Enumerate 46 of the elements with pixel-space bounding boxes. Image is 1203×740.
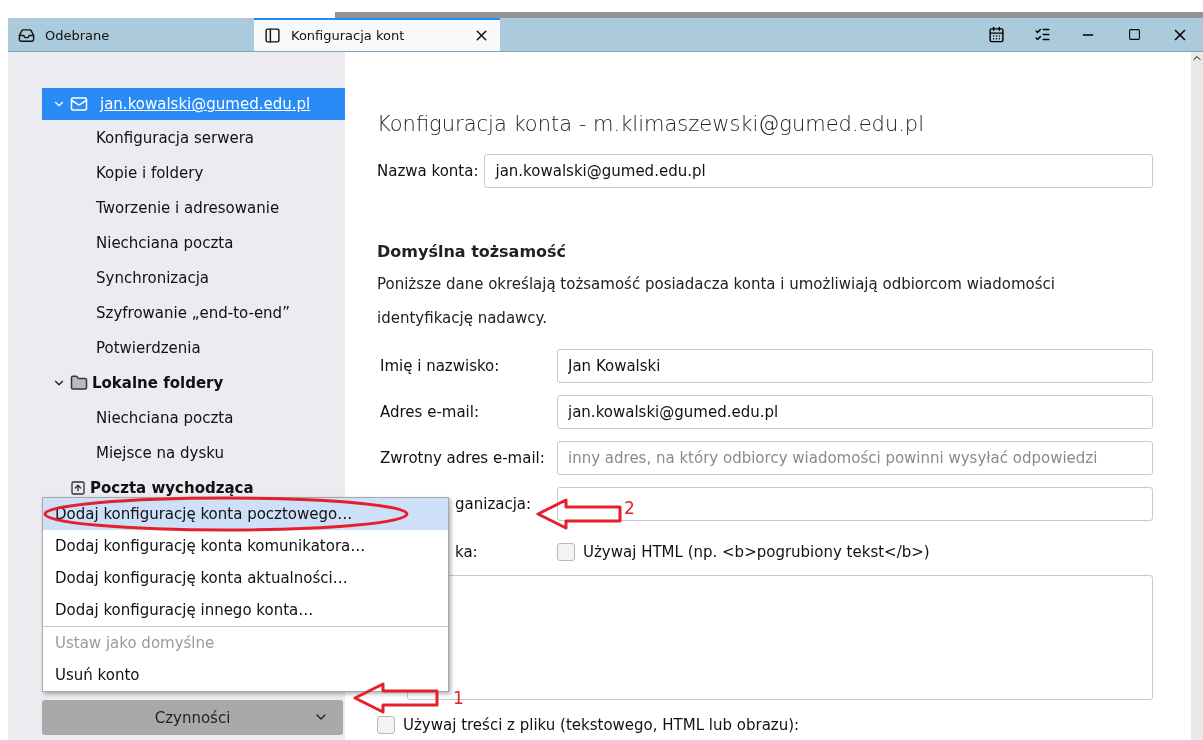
maximize-icon[interactable]: [1127, 28, 1141, 41]
envelope-icon: [70, 95, 88, 113]
tree-item[interactable]: Konfiguracja serwera: [8, 120, 345, 155]
tree-item[interactable]: Niechciana poczta: [8, 225, 345, 260]
tab[interactable]: Odebrane: [8, 18, 254, 51]
annotation-number: 1: [453, 688, 464, 708]
tasks-icon[interactable]: [1033, 26, 1051, 43]
menu-item[interactable]: Dodaj konfigurację konta komunikatora…: [43, 530, 448, 562]
tree-item[interactable]: Lokalne foldery: [8, 365, 345, 400]
tree-item[interactable]: Tworzenie i adresowanie: [8, 190, 345, 225]
outbox-icon: [70, 479, 86, 496]
field-label: Adres e-mail:: [380, 403, 479, 421]
account-name-field[interactable]: jan.kowalski@gumed.edu.pl: [484, 154, 1153, 188]
page-title: Konfiguracja konta - m.klimaszewski@gumed.edu.pl: [377, 112, 926, 136]
panel-icon: [264, 27, 281, 44]
field-label: ganizacja:: [455, 495, 532, 513]
menu-item[interactable]: Dodaj konfigurację konta aktualności…: [43, 562, 448, 594]
folder-icon: [70, 373, 88, 392]
field-label: Imię i nazwisko:: [380, 357, 500, 375]
checkbox[interactable]: [377, 716, 395, 734]
inbox-icon: [18, 27, 35, 44]
menu-item[interactable]: Dodaj konfigurację innego konta…: [43, 594, 448, 626]
checkbox-label: Używaj treści z pliku (tekstowego, HTML lub obrazu):: [403, 716, 800, 734]
input-field[interactable]: inny adres, na który odbiorcy wiadomości powinni wysyłać odpowiedzi: [557, 441, 1153, 475]
tree-item[interactable]: Szyfrowanie „end-to-end”: [8, 295, 345, 330]
input-field[interactable]: jan.kowalski@gumed.edu.pl: [557, 395, 1153, 429]
section-title: Domyślna tożsamość: [377, 242, 568, 261]
field-label: ka:: [455, 543, 478, 561]
tree-item[interactable]: Kopie i foldery: [8, 155, 345, 190]
actions-button[interactable]: Czynności: [42, 700, 343, 735]
tree-item[interactable]: Miejsce na dysku: [8, 435, 345, 470]
input-field[interactable]: [557, 487, 1153, 521]
tree-item[interactable]: Potwierdzenia: [8, 330, 345, 365]
annotation-number: 2: [624, 498, 635, 518]
checkbox-label: Używaj HTML (np. <b>pogrubiony tekst</b>): [583, 543, 930, 561]
scrollbar[interactable]: [1191, 52, 1203, 740]
field-label: Nazwa konta:: [377, 162, 479, 180]
checkbox[interactable]: [557, 543, 575, 561]
description-text: Poniższe dane określają tożsamość posiadacza konta i umożliwiają odbiorcom wiadomości identyfikację nadawcy.: [377, 274, 1057, 329]
input-field[interactable]: Jan Kowalski: [557, 349, 1153, 383]
tree-item[interactable]: Synchronizacja: [8, 260, 345, 295]
calendar-icon[interactable]: [987, 26, 1005, 43]
tree-item[interactable]: Niechciana poczta: [8, 400, 345, 435]
tab[interactable]: Konfiguracja kont: [254, 18, 500, 51]
field-label: Zwrotny adres e-mail:: [380, 449, 545, 467]
menu-item[interactable]: Usuń konto: [43, 659, 448, 691]
